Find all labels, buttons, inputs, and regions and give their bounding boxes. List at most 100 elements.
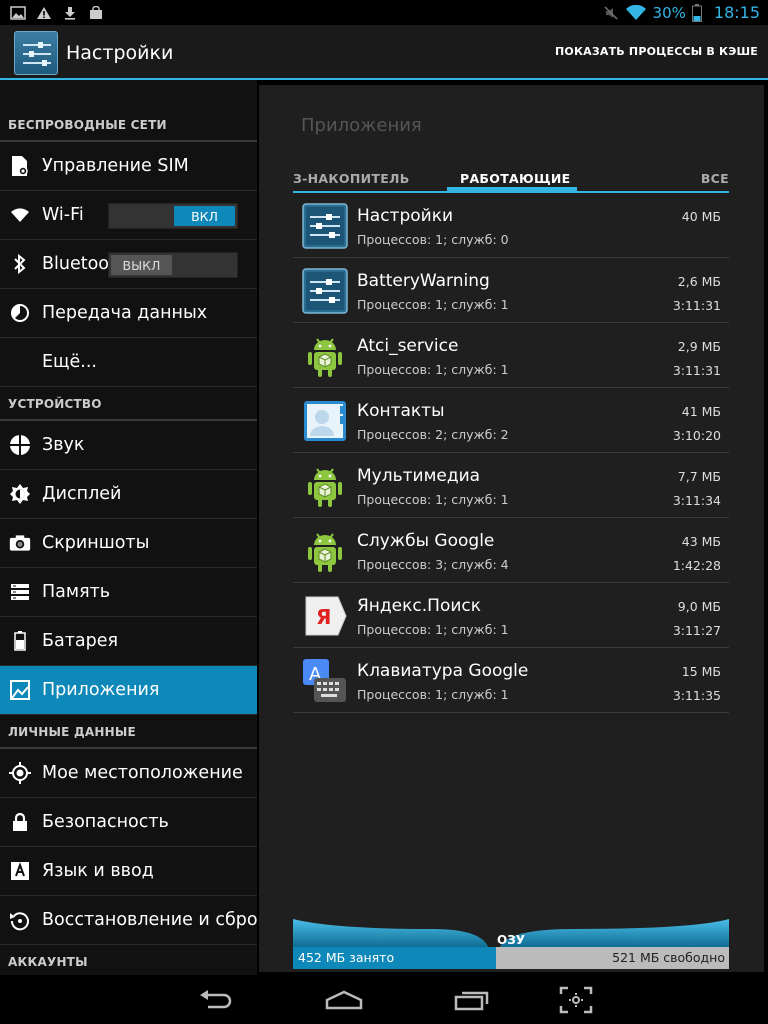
storage-icon (9, 581, 31, 603)
settings-icon (302, 268, 348, 314)
sidebar-item-screenshots[interactable]: Скриншоты (0, 519, 257, 568)
app-name: Службы Google (357, 531, 495, 551)
app-uptime: 3:11:31 (672, 363, 721, 378)
settings-app-icon[interactable] (14, 30, 58, 75)
section-header-accounts: АККАУНТЫ (8, 955, 88, 969)
sim-card-icon (9, 155, 31, 177)
clock: 18:15 (713, 3, 760, 22)
app-uptime: 3:11:34 (672, 493, 721, 508)
section-header-device: УСТРОЙСТВО (0, 387, 257, 421)
app-memory: 43 МБ (681, 534, 721, 549)
download-icon (62, 5, 78, 21)
app-memory: 2,6 МБ (677, 274, 721, 289)
android-icon (302, 463, 348, 509)
app-row[interactable]: BatteryWarning Процессов: 1; служб: 1 2,6 … (293, 258, 729, 323)
screenshot-icon[interactable] (556, 984, 596, 1016)
app-processes: Процессов: 1; служб: 1 (357, 687, 509, 702)
bluetooth-toggle[interactable]: ВЫКЛ (108, 252, 238, 278)
warning-icon (36, 5, 52, 21)
back-icon[interactable] (196, 984, 236, 1016)
sidebar-item-sound[interactable]: Звук (0, 421, 257, 470)
ram-usage: ОЗУ 452 МБ занято 521 МБ свободно (293, 917, 729, 969)
android-icon (302, 333, 348, 379)
apps-panel: Приложения З-НАКОПИТЕЛЬ РАБОТАЮЩИЕ ВСЕ Н… (257, 85, 768, 975)
running-apps-list: Настройки Процессов: 1; служб: 0 40 МБ Batt… (293, 193, 729, 713)
home-icon[interactable] (324, 984, 364, 1016)
app-name: Клавиатура Google (357, 661, 529, 681)
app-title: Настройки (66, 41, 174, 64)
sidebar-item-memory[interactable]: Память (0, 568, 257, 617)
battery-percent: 30% (652, 3, 686, 22)
app-name: Мультимедиа (357, 466, 481, 486)
show-cached-processes-button[interactable]: ПОКАЗАТЬ ПРОЦЕССЫ В КЭШЕ (555, 25, 758, 78)
app-name: Atci_service (357, 336, 459, 356)
keyboard-icon: A (302, 658, 348, 704)
sidebar-item-location[interactable]: Мое местоположение (0, 749, 257, 798)
app-processes: Процессов: 1; служб: 1 (357, 622, 509, 637)
wifi-signal-icon (625, 4, 647, 21)
app-memory: 41 МБ (681, 404, 721, 419)
sound-icon (9, 434, 31, 456)
sidebar-item-more[interactable]: Ещё... (0, 338, 257, 387)
app-processes: Процессов: 1; служб: 1 (357, 297, 509, 312)
tab-running[interactable]: РАБОТАЮЩИЕ (460, 171, 570, 186)
brightness-icon (9, 483, 31, 505)
app-processes: Процессов: 3; служб: 4 (357, 557, 509, 572)
app-processes: Процессов: 1; служб: 1 (357, 362, 509, 377)
sidebar-item-backup[interactable]: Восстановление и сброс (0, 896, 257, 945)
app-row[interactable]: Контакты Процессов: 2; служб: 2 41 МБ 3:10:… (293, 388, 729, 453)
sidebar-item-display[interactable]: Дисплей (0, 470, 257, 519)
ram-bar: 452 МБ занято 521 МБ свободно (293, 947, 729, 969)
app-uptime: 1:42:28 (672, 558, 721, 573)
wifi-toggle-state: ВКЛ (174, 206, 235, 226)
section-header-personal: ЛИЧНЫЕ ДАННЫЕ (0, 715, 257, 749)
app-memory: 40 МБ (681, 209, 721, 224)
sidebar-item-battery[interactable]: Батарея (0, 617, 257, 666)
app-row[interactable]: Настройки Процессов: 1; служб: 0 40 МБ (293, 193, 729, 258)
mute-icon (603, 5, 619, 21)
settings-icon (302, 203, 348, 249)
sidebar-item-security[interactable]: Безопасность (0, 798, 257, 847)
app-uptime: 3:11:27 (672, 623, 721, 638)
wifi-toggle[interactable]: ВКЛ (108, 203, 238, 229)
recent-apps-icon[interactable] (452, 984, 492, 1016)
restore-icon (9, 909, 31, 931)
tab-indicator (447, 187, 577, 192)
ram-used-text: 452 МБ занято (298, 950, 395, 965)
location-icon (9, 762, 31, 784)
app-name: BatteryWarning (357, 271, 490, 291)
ram-label: ОЗУ (497, 933, 525, 947)
sidebar-item-wifi[interactable]: Wi-Fi ВКЛ (0, 191, 257, 240)
bluetooth-icon (9, 253, 31, 275)
sidebar-item-sim[interactable]: Управление SIM (0, 142, 257, 191)
sidebar-item-bluetooth[interactable]: Bluetooth ВЫКЛ (0, 240, 257, 289)
battery-settings-icon (9, 630, 31, 652)
sidebar-item-language[interactable]: Язык и ввод (0, 847, 257, 896)
tab-all[interactable]: ВСЕ (701, 171, 729, 186)
svg-text:Я: Я (316, 605, 331, 629)
app-row[interactable]: A Клавиатура Google Процессов: 1; служб: 1… (293, 648, 729, 713)
app-row[interactable]: Службы Google Процессов: 3; служб: 4 43 МБ… (293, 518, 729, 583)
app-name: Яндекс.Поиск (357, 596, 482, 616)
keyboard-a-icon (9, 860, 31, 882)
sidebar-item-apps[interactable]: Приложения (0, 666, 257, 715)
app-uptime: 3:10:20 (672, 428, 721, 443)
sidebar-item-data-usage[interactable]: Передача данных (0, 289, 257, 338)
lock-icon (9, 811, 31, 833)
app-memory: 7,7 МБ (677, 469, 721, 484)
navigation-bar (0, 976, 768, 1024)
tab-storage[interactable]: З-НАКОПИТЕЛЬ (293, 171, 410, 186)
battery-icon (691, 3, 702, 22)
contacts-icon (302, 398, 348, 444)
app-name: Контакты (357, 401, 445, 421)
app-memory: 9,0 МБ (677, 599, 721, 614)
app-row[interactable]: Atci_service Процессов: 1; служб: 1 2,9 МБ… (293, 323, 729, 388)
app-row[interactable]: Мультимедиа Процессов: 1; служб: 1 7,7 МБ 3… (293, 453, 729, 518)
android-icon (302, 528, 348, 574)
app-uptime: 3:11:35 (672, 688, 721, 703)
ram-free-text: 521 МБ свободно (612, 950, 725, 965)
app-row[interactable]: Я Яндекс.Поиск Процессов: 1; служб: 1 9,0 М… (293, 583, 729, 648)
app-processes: Процессов: 1; служб: 0 (357, 232, 509, 247)
camera-icon (9, 532, 31, 554)
section-header-wireless: БЕСПРОВОДНЫЕ СЕТИ (0, 108, 257, 142)
